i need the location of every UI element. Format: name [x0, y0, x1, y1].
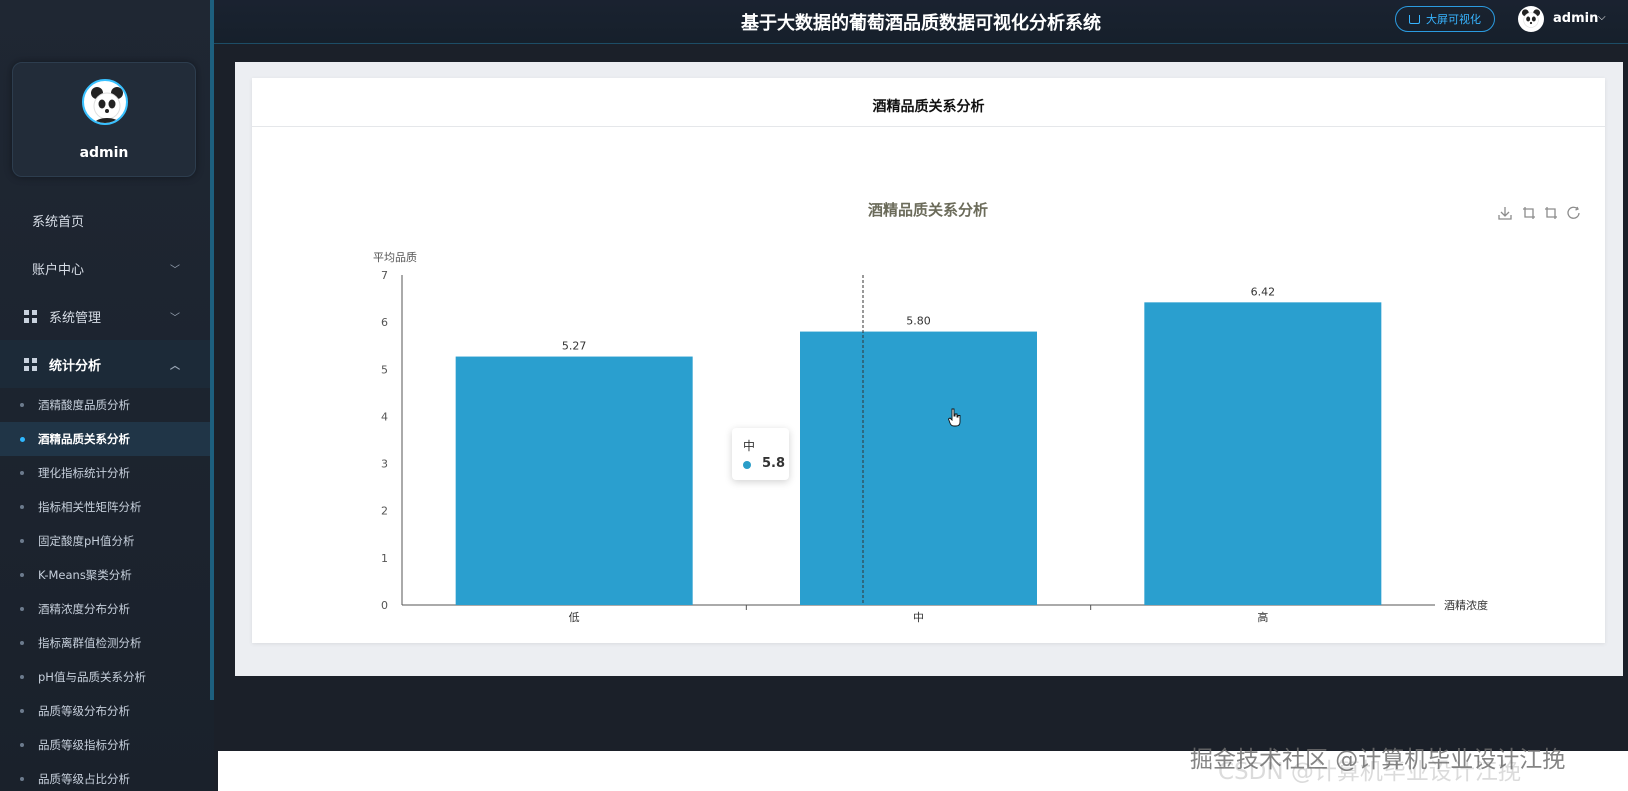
- statistics-submenu: 酒精酸度品质分析 酒精品质关系分析 理化指标统计分析 指标相关性矩阵分析 固定酸度pH值…: [0, 388, 210, 791]
- user-menu-name[interactable]: admin: [1553, 11, 1598, 26]
- submenu-item-label: 酒精浓度分布分析: [38, 602, 130, 616]
- data-label: 5.27: [562, 340, 587, 353]
- grid-icon: [24, 309, 37, 323]
- chevron-down-icon[interactable]: ⌵: [1598, 12, 1606, 23]
- submenu-item-label: 指标离群值检测分析: [38, 636, 142, 650]
- sidebar: admin 系统首页 账户中心 ﹀ 系统管理 ﹀ 统计分析 ︿ 酒精酸度品质分析…: [0, 0, 214, 791]
- sidebar-item-label: 系统首页: [32, 214, 85, 230]
- y-tick-label: 7: [381, 269, 388, 282]
- bar: [800, 331, 1037, 605]
- tooltip-name: 中: [743, 439, 756, 453]
- y-tick-label: 5: [381, 363, 388, 376]
- submenu-item[interactable]: 理化指标统计分析: [0, 456, 210, 490]
- panda-avatar-icon: [91, 87, 123, 123]
- sidebar-item-statistics[interactable]: 统计分析 ︿: [0, 340, 210, 388]
- submenu-item[interactable]: 指标相关性矩阵分析: [0, 490, 210, 524]
- watermark: 掘金技术社区 @计算机毕业设计江挽: [1190, 747, 1566, 773]
- bullet-icon: [20, 471, 24, 475]
- submenu-item[interactable]: 酒精品质关系分析: [0, 422, 210, 456]
- bullet-icon: [20, 573, 24, 577]
- sidebar-item-account[interactable]: 账户中心 ﹀: [0, 244, 210, 292]
- submenu-item-label: pH值与品质关系分析: [38, 670, 146, 684]
- bullet-icon: [20, 743, 24, 747]
- submenu-item-label: 固定酸度pH值分析: [38, 534, 135, 548]
- monitor-icon: [1409, 14, 1420, 24]
- download-icon[interactable]: [1498, 207, 1512, 220]
- submenu-item[interactable]: 品质等级指标分析: [0, 728, 210, 762]
- zoom-icon[interactable]: [1523, 207, 1535, 219]
- zoom-reset-icon[interactable]: [1545, 207, 1557, 219]
- submenu-item-label: 品质等级占比分析: [38, 772, 130, 786]
- submenu-item[interactable]: K-Means聚类分析: [0, 558, 210, 592]
- bullet-icon: [20, 607, 24, 611]
- submenu-item[interactable]: 固定酸度pH值分析: [0, 524, 210, 558]
- bullet-icon: [20, 505, 24, 509]
- chevron-down-icon: ﹀: [170, 313, 180, 324]
- tooltip-marker: [743, 461, 751, 469]
- y-tick-label: 3: [381, 458, 388, 471]
- main-content: 酒精品质关系分析 酒精品质关系分析平均品质 0 1 2 3 4 5 6 7 5.27 低 5.80 中 6…: [235, 62, 1623, 676]
- y-tick-label: 0: [381, 599, 388, 612]
- tooltip-value: 5.8: [762, 456, 786, 471]
- chart-tooltip: 中 5.8: [732, 428, 789, 480]
- sidebar-menu: 系统首页 账户中心 ﹀ 系统管理 ﹀ 统计分析 ︿ 酒精酸度品质分析 酒精品质关系…: [0, 196, 210, 791]
- submenu-item-label: 理化指标统计分析: [38, 466, 130, 480]
- submenu-item-label: 品质等级分布分析: [38, 704, 130, 718]
- bullet-icon: [20, 539, 24, 543]
- panda-avatar-icon: [1521, 9, 1541, 28]
- bar: [1144, 302, 1382, 605]
- submenu-item[interactable]: 酒精酸度品质分析: [0, 388, 210, 422]
- bullet-icon: [20, 403, 24, 407]
- refresh-icon[interactable]: [1567, 206, 1580, 219]
- profile-name: admin: [79, 145, 129, 161]
- data-label: 5.80: [906, 315, 931, 328]
- bullet-icon: [20, 437, 25, 442]
- x-axis-title: 酒精浓度: [1444, 598, 1488, 612]
- bullet-icon: [20, 709, 24, 713]
- chevron-down-icon: ﹀: [170, 265, 180, 276]
- bigscreen-button[interactable]: 大屏可视化: [1395, 6, 1495, 32]
- top-header: 基于大数据的葡萄酒品质数据可视化分析系统 大屏可视化 admin ⌵: [214, 0, 1628, 44]
- sidebar-item-home[interactable]: 系统首页: [0, 196, 210, 244]
- submenu-item[interactable]: 品质等级占比分析: [0, 762, 210, 791]
- submenu-item-label: K-Means聚类分析: [38, 568, 132, 582]
- bar: [455, 356, 693, 605]
- profile-card: admin: [12, 62, 196, 177]
- bar-chart[interactable]: 酒精品质关系分析平均品质 0 1 2 3 4 5 6 7 5.27 低 5.80 中 6.42 高 酒精浓度: [252, 127, 1605, 643]
- submenu-item-label: 酒精品质关系分析: [38, 432, 130, 446]
- y-axis-title: 平均品质: [373, 251, 417, 264]
- y-tick-label: 4: [381, 410, 388, 423]
- bullet-icon: [20, 675, 24, 679]
- y-tick-label: 6: [381, 316, 388, 329]
- submenu-item[interactable]: 品质等级分布分析: [0, 694, 210, 728]
- data-label: 6.42: [1251, 285, 1276, 298]
- avatar[interactable]: [82, 79, 128, 125]
- bullet-icon: [20, 641, 24, 645]
- sidebar-item-system-management[interactable]: 系统管理 ﹀: [0, 292, 210, 340]
- submenu-item[interactable]: 酒精浓度分布分析: [0, 592, 210, 626]
- y-tick-label: 2: [381, 505, 388, 518]
- submenu-item-label: 指标相关性矩阵分析: [38, 500, 142, 514]
- sidebar-item-label: 账户中心: [32, 262, 85, 278]
- bigscreen-label: 大屏可视化: [1426, 13, 1481, 26]
- y-tick-label: 1: [381, 552, 388, 565]
- chart-title: 酒精品质关系分析: [868, 201, 988, 219]
- bullet-icon: [20, 777, 24, 781]
- sidebar-scrollbar[interactable]: [210, 0, 214, 700]
- submenu-item[interactable]: 指标离群值检测分析: [0, 626, 210, 660]
- chevron-up-icon: ︿: [170, 361, 180, 372]
- submenu-item-label: 酒精酸度品质分析: [38, 398, 130, 412]
- user-avatar[interactable]: [1518, 6, 1544, 32]
- hand-cursor-icon: [948, 408, 961, 427]
- chart-card: 酒精品质关系分析 酒精品质关系分析平均品质 0 1 2 3 4 5 6 7 5.27 低 5.80 中 6…: [252, 78, 1605, 643]
- submenu-item[interactable]: pH值与品质关系分析: [0, 660, 210, 694]
- card-title: 酒精品质关系分析: [252, 78, 1605, 127]
- sidebar-item-label: 统计分析: [49, 358, 102, 374]
- x-tick-label: 中: [913, 611, 924, 624]
- grid-icon: [24, 357, 37, 371]
- x-tick-label: 低: [569, 611, 580, 624]
- x-tick-label: 高: [1257, 610, 1268, 624]
- sidebar-item-label: 系统管理: [49, 310, 102, 326]
- submenu-item-label: 品质等级指标分析: [38, 738, 130, 752]
